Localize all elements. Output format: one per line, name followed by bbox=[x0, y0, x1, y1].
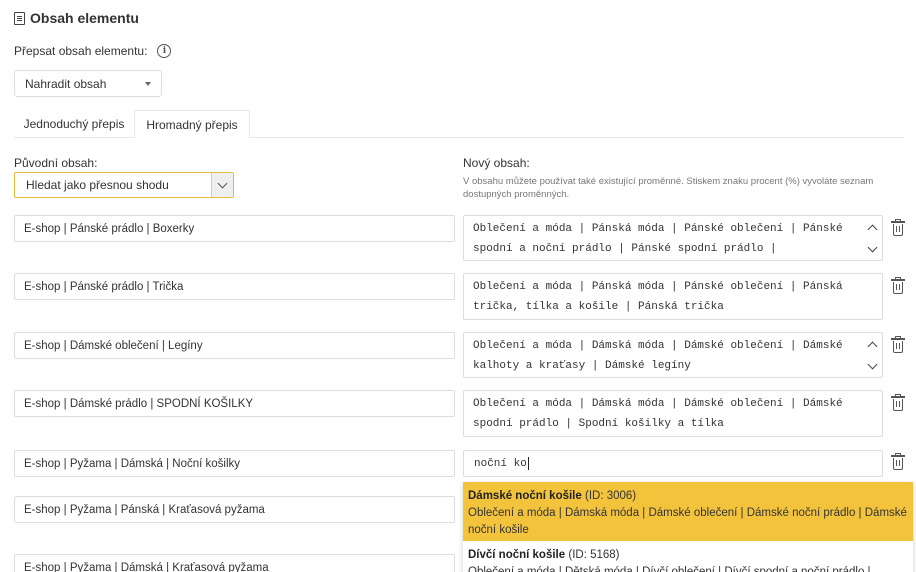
new-content-text-3: Oblečení a móda | Dámská móda | Dámské o… bbox=[473, 340, 843, 372]
match-mode-toggle[interactable] bbox=[211, 173, 233, 197]
scroll-down-icon[interactable] bbox=[867, 359, 878, 370]
textarea-scrollbar-3[interactable] bbox=[862, 333, 882, 377]
section-title-text: Obsah elementu bbox=[30, 10, 139, 26]
caret-down-icon bbox=[145, 81, 151, 86]
new-content-text-2: Oblečení a móda | Pánská móda | Pánské o… bbox=[473, 281, 843, 313]
original-input-2[interactable]: E-shop | Pánské prádlo | Trička bbox=[14, 273, 455, 300]
tab-bulk-rewrite[interactable]: Hromadný přepis bbox=[134, 110, 250, 139]
suggestion-id-2: (ID: 5168) bbox=[568, 549, 620, 561]
new-content-text-4: Oblečení a móda | Dámská móda | Dámské o… bbox=[473, 398, 843, 430]
delete-row-4-icon[interactable] bbox=[891, 394, 905, 411]
original-content-label: Původní obsah: bbox=[14, 156, 98, 170]
new-content-text-1: Oblečení a móda | Pánská móda | Pánské o… bbox=[473, 223, 843, 255]
original-input-1[interactable]: E-shop | Pánské prádlo | Boxerky bbox=[14, 215, 455, 242]
new-content-hint: V obsahu můžete používat také existující… bbox=[463, 176, 874, 200]
text-cursor bbox=[527, 457, 529, 470]
suggestion-item-2[interactable]: Dívčí noční košile (ID: 5168) Oblečení a… bbox=[463, 541, 913, 572]
match-mode-value: Hledat jako přesnou shodu bbox=[26, 178, 169, 192]
info-icon[interactable]: i bbox=[157, 44, 172, 58]
suggestion-path-1: Oblečení a móda | Dámská móda | Dámské o… bbox=[468, 507, 907, 536]
original-input-6[interactable]: E-shop | Pyžama | Pánská | Kraťasová pyž… bbox=[14, 496, 455, 523]
new-content-textarea-3[interactable]: Oblečení a móda | Dámská móda | Dámské o… bbox=[463, 332, 883, 378]
scroll-down-icon[interactable] bbox=[867, 242, 878, 253]
match-mode-select[interactable]: Hledat jako přesnou shodu bbox=[14, 172, 234, 198]
suggestion-path-2: Oblečení a móda | Dětská móda | Dívčí ob… bbox=[468, 566, 871, 572]
new-content-textarea-4[interactable]: Oblečení a móda | Dámská móda | Dámské o… bbox=[463, 390, 883, 437]
suggestion-name-1: Dámské noční košile bbox=[468, 490, 582, 502]
textarea-scrollbar-1[interactable] bbox=[862, 216, 882, 260]
override-label: Přepsat obsah elementu: i bbox=[14, 44, 172, 58]
original-input-3[interactable]: E-shop | Dámské oblečení | Legíny bbox=[14, 332, 455, 359]
tab-simple-rewrite[interactable]: Jednoduchý přepis bbox=[14, 110, 134, 138]
scroll-up-icon[interactable] bbox=[867, 224, 878, 235]
original-input-4[interactable]: E-shop | Dámské prádlo | SPODNÍ KOŠILKY bbox=[14, 390, 455, 417]
delete-row-2-icon[interactable] bbox=[891, 277, 905, 294]
suggestion-name-2: Dívčí noční košile bbox=[468, 549, 566, 561]
suggestion-item-1[interactable]: Dámské noční košile (ID: 3006) Oblečení … bbox=[463, 482, 913, 541]
autocomplete-dropdown: Dámské noční košile (ID: 3006) Oblečení … bbox=[463, 482, 913, 572]
override-mode-value: Nahradit obsah bbox=[25, 76, 107, 91]
section-title: Obsah elementu bbox=[14, 10, 139, 26]
original-input-5[interactable]: E-shop | Pyžama | Dámská | Noční košilky bbox=[14, 450, 455, 477]
delete-row-3-icon[interactable] bbox=[891, 336, 905, 353]
chevron-down-icon bbox=[217, 178, 228, 188]
delete-row-1-icon[interactable] bbox=[891, 219, 905, 236]
tab-bar: Jednoduchý přepis Hromadný přepis bbox=[14, 110, 904, 139]
scroll-up-icon[interactable] bbox=[867, 341, 878, 352]
override-mode-select[interactable]: Nahradit obsah bbox=[14, 70, 162, 97]
suggestion-id-1: (ID: 3006) bbox=[584, 490, 637, 502]
new-content-label: Nový obsah: bbox=[463, 156, 530, 170]
typed-text: noční ko bbox=[474, 457, 527, 470]
new-content-input-5[interactable]: noční ko bbox=[463, 450, 883, 477]
new-content-textarea-2[interactable]: Oblečení a móda | Pánská móda | Pánské o… bbox=[463, 273, 883, 320]
document-icon bbox=[14, 11, 25, 25]
new-content-textarea-1[interactable]: Oblečení a móda | Pánská móda | Pánské o… bbox=[463, 215, 883, 261]
override-label-text: Přepsat obsah elementu: bbox=[14, 44, 148, 58]
delete-row-5-icon[interactable] bbox=[891, 453, 905, 470]
original-input-7[interactable]: E-shop | Pyžama | Dámská | Kraťasová pyž… bbox=[14, 554, 455, 572]
